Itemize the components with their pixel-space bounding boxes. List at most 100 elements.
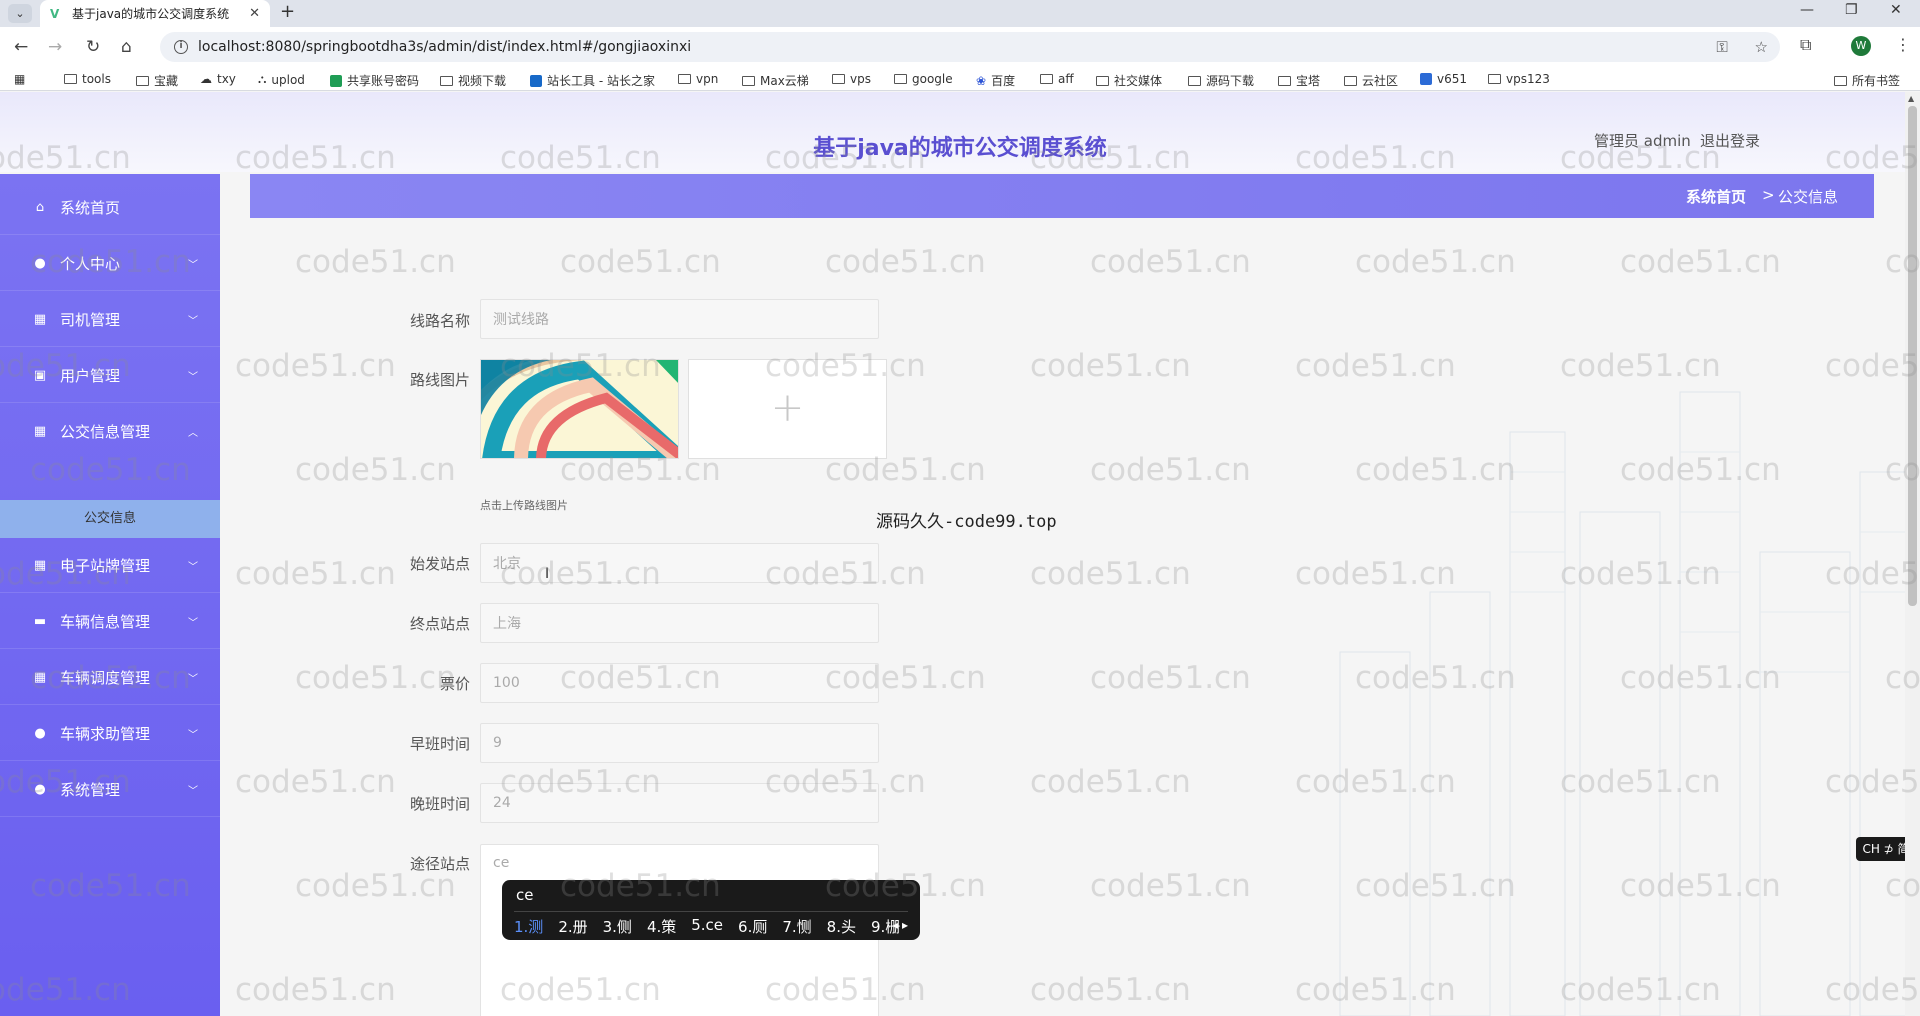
sidebar-subitem-bus-info[interactable]: 公交信息 xyxy=(0,500,220,538)
bookmark-item[interactable]: 视频下载 xyxy=(440,72,506,89)
route-name-input[interactable]: 测试线路 xyxy=(480,299,879,339)
route-image-thumbnail[interactable] xyxy=(480,359,679,459)
window-close-icon[interactable]: ✕ xyxy=(1890,2,1902,18)
morning-shift-label: 早班时间 xyxy=(409,735,470,753)
sidebar-menu: ⌂ 系统首页 ● 个人中心 ﹀ ▦ 司机管理 ﹀ ▣ 用户管理 ﹀ ▦ 公交信息… xyxy=(0,174,220,1016)
sidebar-item-vehicle-info[interactable]: ▬ 车辆信息管理 ﹀ xyxy=(0,594,220,649)
ime-page-arrows-icon[interactable]: ◂ ▸ xyxy=(892,918,908,932)
menu-kebab-icon[interactable]: ⋮ xyxy=(1895,35,1911,54)
ime-candidate[interactable]: 6.厕 xyxy=(738,916,767,937)
logout-link[interactable]: 退出登录 xyxy=(1700,130,1760,151)
sidebar-item-help-request[interactable]: ● 车辆求助管理 ﹀ xyxy=(0,706,220,761)
reload-icon[interactable]: ↻ xyxy=(86,37,100,57)
bookmark-item[interactable]: 源码下载 xyxy=(1188,72,1254,89)
bookmark-item[interactable]: google xyxy=(894,72,953,86)
restore-icon[interactable]: ❐ xyxy=(1845,2,1858,18)
bookmark-item[interactable]: 社交媒体 xyxy=(1096,72,1162,89)
bookmark-item[interactable]: ❀ 百度 xyxy=(976,72,1015,89)
ime-candidate[interactable]: 5.ce xyxy=(691,916,723,937)
bookmark-item[interactable]: tools xyxy=(64,72,111,86)
sidebar-item-dispatch[interactable]: ▦ 车辆调度管理 ﹀ xyxy=(0,650,220,705)
home-icon[interactable]: ⌂ xyxy=(121,37,132,57)
tab-title: 基于java的城市公交调度系统 xyxy=(72,7,230,21)
bookmark-item[interactable]: vpn xyxy=(678,72,718,86)
scroll-thumb[interactable] xyxy=(1908,106,1917,606)
sidebar-item-profile[interactable]: ● 个人中心 ﹀ xyxy=(0,236,220,291)
ime-candidate[interactable]: 7.恻 xyxy=(782,916,811,937)
user-icon: ● xyxy=(34,781,46,797)
ime-candidate[interactable]: 4.策 xyxy=(647,916,676,937)
bookmark-item[interactable]: Max云梯 xyxy=(742,72,809,89)
breadcrumb-home[interactable]: 系统首页 xyxy=(1686,186,1746,207)
ime-candidate[interactable]: 8.头 xyxy=(827,916,856,937)
site-icon xyxy=(530,74,542,87)
folder-icon xyxy=(742,75,755,86)
watermark-text: code51.cn xyxy=(1030,972,1191,1008)
page-scrollbar[interactable]: ▲ xyxy=(1905,92,1920,1016)
browser-tab-active[interactable]: V 基于java的城市公交调度系统 ✕ xyxy=(40,0,270,27)
scroll-up-icon[interactable]: ▲ xyxy=(1908,94,1914,103)
route-image-label: 路线图片 xyxy=(409,371,470,389)
all-bookmarks[interactable]: 所有书签 xyxy=(1834,72,1900,89)
sidebar-item-bus-info[interactable]: ▦ 公交信息管理 ︿ xyxy=(0,404,220,459)
bookmark-item[interactable]: ☁ txy xyxy=(200,72,236,86)
ime-composition: ce xyxy=(516,886,534,904)
bookmark-item[interactable]: vps123 xyxy=(1488,72,1550,86)
ime-candidate[interactable]: 2.册 xyxy=(558,916,587,937)
new-tab-icon[interactable]: + xyxy=(280,1,295,22)
text-cursor-icon: I xyxy=(545,566,550,582)
forward-icon[interactable]: → xyxy=(48,37,62,57)
evening-shift-label: 晚班时间 xyxy=(409,795,470,813)
start-station-input[interactable]: 北京 xyxy=(480,543,879,583)
bookmark-item[interactable]: 站长工具 - 站长之家 xyxy=(530,72,655,89)
minimize-icon[interactable]: — xyxy=(1800,2,1814,18)
user-icon: ● xyxy=(34,255,46,271)
evening-shift-input[interactable]: 24 xyxy=(480,783,879,823)
folder-icon xyxy=(1096,75,1109,86)
route-name-label: 线路名称 xyxy=(409,312,470,330)
site-info-icon[interactable]: i xyxy=(174,40,188,54)
address-url[interactable]: localhost:8080/springbootdha3s/admin/dis… xyxy=(198,39,691,55)
folder-icon xyxy=(894,74,907,84)
bookmark-item[interactable]: 宝藏 xyxy=(136,72,178,89)
bookmark-item[interactable]: aff xyxy=(1040,72,1074,86)
bookmark-star-icon[interactable]: ☆ xyxy=(1755,38,1768,56)
watermark-text: code51.cn xyxy=(1030,556,1191,592)
tab-search-icon[interactable]: ⌄ xyxy=(8,4,32,23)
ime-candidate[interactable]: 1.测 xyxy=(514,916,543,937)
apps-grid-icon[interactable]: ▦ xyxy=(14,72,25,86)
end-station-input[interactable]: 上海 xyxy=(480,603,879,643)
sidebar-item-home[interactable]: ⌂ 系统首页 xyxy=(0,180,220,235)
bookmark-item[interactable]: vps xyxy=(832,72,871,86)
home-icon: ⌂ xyxy=(35,199,45,215)
bulb-icon: ● xyxy=(34,725,46,741)
sidebar-item-system[interactable]: ● 系统管理 ﹀ xyxy=(0,762,220,817)
upload-hint: 点击上传路线图片 xyxy=(480,499,568,512)
upload-add-button[interactable]: + xyxy=(688,359,887,459)
watermark-text: code51.cn xyxy=(235,556,396,592)
sidebar-item-e-stop-sign[interactable]: ▦ 电子站牌管理 ﹀ xyxy=(0,538,220,593)
extensions-icon[interactable]: ⧉ xyxy=(1800,35,1811,55)
bookmark-item[interactable]: 云社区 xyxy=(1344,72,1398,89)
profile-avatar[interactable]: W xyxy=(1851,36,1871,56)
bookmark-item[interactable]: ⛬ uplod xyxy=(258,72,305,87)
fare-input[interactable]: 100 xyxy=(480,663,879,703)
back-icon[interactable]: ← xyxy=(14,37,28,57)
watermark-text: code51.cn xyxy=(1090,452,1251,488)
address-bar[interactable]: i localhost:8080/springbootdha3s/admin/d… xyxy=(160,32,1780,62)
bookmark-item[interactable]: 共享账号密码 xyxy=(330,72,419,89)
ime-divider xyxy=(514,911,908,912)
app-page: 基于java的城市公交调度系统 管理员 admin 退出登录 ⌂ 系统首页 ● … xyxy=(0,92,1920,1016)
sidebar-item-users[interactable]: ▣ 用户管理 ﹀ xyxy=(0,348,220,403)
watermark-text: code51.cn xyxy=(1090,868,1251,904)
password-key-icon[interactable]: ⚿ xyxy=(1716,38,1727,56)
ime-candidate[interactable]: 3.侧 xyxy=(603,916,632,937)
bookmark-item[interactable]: 宝塔 xyxy=(1278,72,1320,89)
bookmark-item[interactable]: v651 xyxy=(1420,72,1467,86)
sidebar-item-drivers[interactable]: ▦ 司机管理 ﹀ xyxy=(0,292,220,347)
cloud-icon: ☁ xyxy=(200,72,212,86)
morning-shift-input[interactable]: 9 xyxy=(480,723,879,763)
tab-close-icon[interactable]: ✕ xyxy=(249,6,260,21)
watermark-text: code51.cn xyxy=(1090,660,1251,696)
folder-icon xyxy=(1278,75,1291,86)
